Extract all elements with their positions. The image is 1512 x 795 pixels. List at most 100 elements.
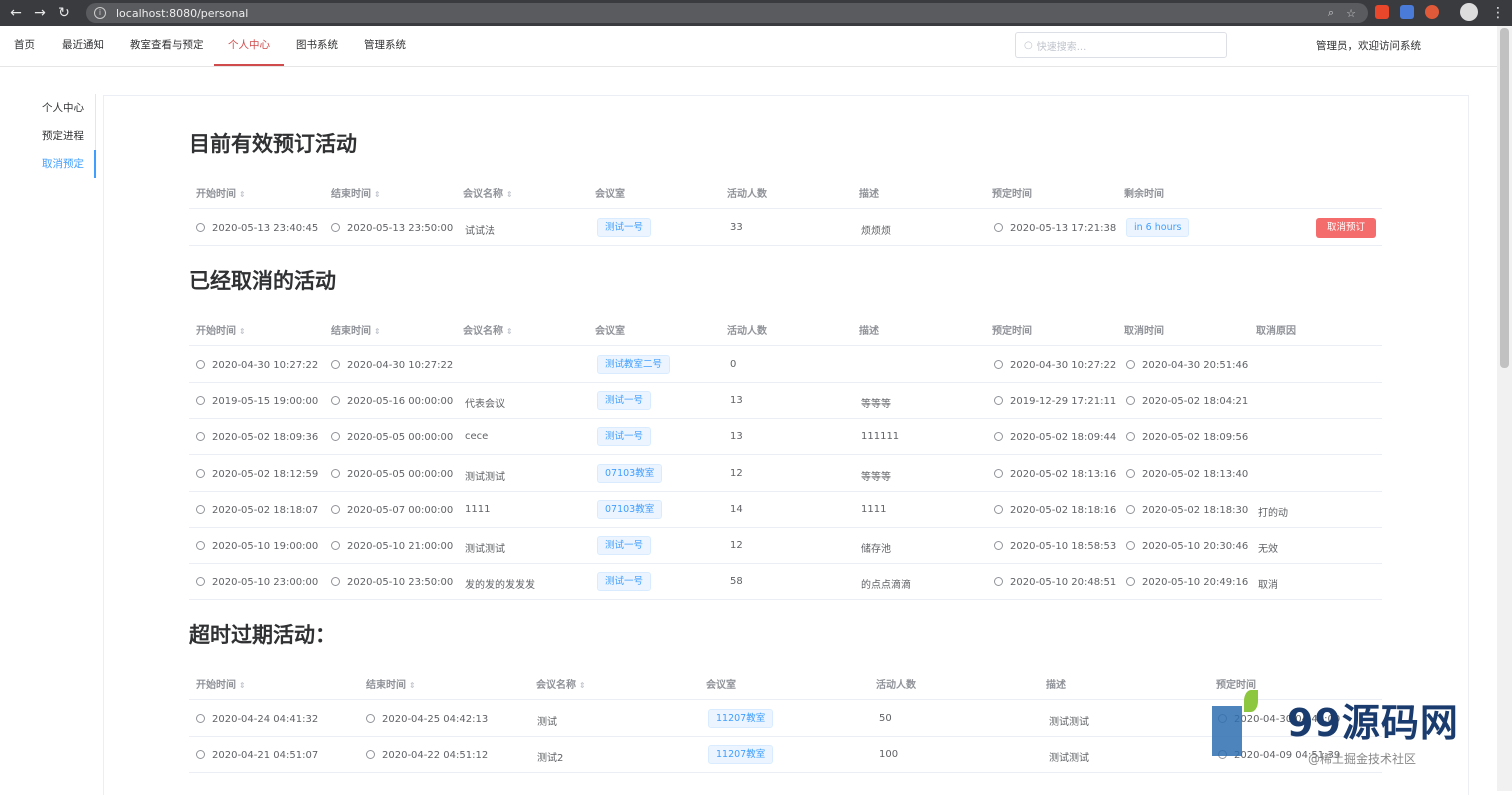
nav-notifications[interactable]: 最近通知: [48, 26, 118, 66]
clock-icon: [994, 577, 1003, 587]
reload-icon[interactable]: ↻: [52, 5, 76, 21]
back-icon[interactable]: ←: [4, 5, 28, 21]
header-people: 活动人数: [727, 326, 767, 337]
header-start[interactable]: 开始时间 ⇕: [196, 676, 246, 691]
room-tag: 11207教室: [708, 745, 774, 764]
table-row: 2020-05-10 19:00:00 2020-05-10 21:00:00 测试…: [189, 528, 1382, 564]
clock-icon: [196, 714, 205, 723]
room-tag: 07103教室: [597, 499, 663, 519]
address-bar[interactable]: i localhost:8080/personal ⌕ ☆: [86, 3, 1368, 23]
clock-icon: [994, 396, 1003, 406]
room-tag: 测试教室二号: [597, 355, 671, 374]
nav-classroom-booking[interactable]: 教室查看与预定: [116, 26, 218, 66]
watermark-logo: [1212, 706, 1242, 756]
page-scrollbar[interactable]: [1497, 26, 1512, 791]
nav-home[interactable]: 首页: [0, 26, 49, 66]
clock-icon: [196, 468, 205, 478]
section-title-expired: 超时过期活动：: [189, 623, 336, 647]
header-room: 会议室: [595, 189, 625, 200]
header-desc: 描述: [1046, 680, 1066, 691]
header-people: 活动人数: [727, 189, 767, 200]
clock-icon: [994, 360, 1003, 369]
header-end[interactable]: 结束时间 ⇕: [331, 322, 381, 337]
nav-library[interactable]: 图书系统: [282, 26, 352, 66]
search-placeholder: 快速搜索...: [1036, 41, 1087, 53]
header-desc: 描述: [859, 326, 879, 337]
avatar-icon[interactable]: [1460, 3, 1478, 21]
search-input[interactable]: ○ 快速搜索...: [1015, 32, 1227, 58]
clock-icon: [994, 541, 1003, 550]
room-tag: 测试一号: [597, 218, 652, 237]
room-tag: 测试一号: [597, 391, 652, 411]
table-row: 2020-05-10 23:00:00 2020-05-10 23:50:00 发的…: [189, 564, 1382, 601]
header-name[interactable]: 会议名称 ⇕: [536, 676, 586, 691]
room-tag: 测试一号: [597, 427, 652, 447]
clock-icon: [1126, 396, 1135, 406]
clock-icon: [366, 750, 375, 759]
clock-icon: [331, 468, 340, 478]
section-title-cancelled: 已经取消的活动: [189, 269, 336, 293]
header-start[interactable]: 开始时间 ⇕: [196, 185, 246, 200]
table-header-cancelled: 开始时间 ⇕ 结束时间 ⇕ 会议名称 ⇕ 会议室 活动人数 描述 预定时间 取消时间 …: [189, 310, 1382, 346]
header-end[interactable]: 结束时间 ⇕: [366, 676, 416, 691]
header-booked: 预定时间: [1216, 680, 1256, 691]
clock-icon: [1126, 432, 1135, 442]
clock-icon: [1126, 577, 1135, 587]
table-row: 2020-05-02 18:18:07 2020-05-07 00:00:00 11…: [189, 492, 1382, 528]
room-tag: 11207教室: [708, 709, 774, 728]
header-start[interactable]: 开始时间 ⇕: [196, 322, 246, 337]
room-tag: 测试一号: [597, 572, 652, 592]
block-extension-icon[interactable]: [1425, 5, 1439, 19]
office-extension-icon[interactable]: [1375, 5, 1389, 19]
table-header-expired: 开始时间 ⇕ 结束时间 ⇕ 会议名称 ⇕ 会议室 活动人数 描述 预定时间: [189, 664, 1382, 700]
header-end[interactable]: 结束时间 ⇕: [331, 185, 381, 200]
remaining-tag: in 6 hours: [1126, 218, 1190, 237]
header-name[interactable]: 会议名称 ⇕: [463, 185, 513, 200]
watermark-sub: @稀土掘金技术社区: [1308, 752, 1417, 766]
cancel-booking-button[interactable]: 取消预订: [1316, 218, 1376, 238]
header-people: 活动人数: [876, 680, 916, 691]
table-row: 2020-04-21 04:51:07 2020-04-22 04:51:12 测试…: [189, 737, 1382, 773]
info-icon[interactable]: i: [94, 7, 106, 19]
room-tag: 测试一号: [597, 536, 652, 555]
clock-icon: [366, 714, 375, 723]
header-room: 会议室: [595, 326, 625, 337]
header-desc: 描述: [859, 189, 879, 200]
sidebar-item-cancel[interactable]: 取消预定: [30, 150, 96, 178]
clock-icon: [196, 504, 205, 514]
sidebar-item-progress[interactable]: 预定进程: [30, 122, 96, 150]
welcome-text: 管理员，欢迎访问系统: [1316, 40, 1421, 52]
clock-icon: [196, 223, 205, 232]
search-icon: ○: [1024, 39, 1033, 51]
table-row: 2020-05-02 18:09:36 2020-05-05 00:00:00 ce…: [189, 419, 1382, 456]
table-header-active: 开始时间 ⇕ 结束时间 ⇕ 会议名称 ⇕ 会议室 活动人数 描述 预定时间 剩余时间: [189, 173, 1382, 209]
clock-icon: [196, 396, 205, 406]
more-menu-icon[interactable]: ⋮: [1486, 5, 1510, 21]
header-name[interactable]: 会议名称 ⇕: [463, 322, 513, 337]
star-icon[interactable]: ☆: [1346, 7, 1356, 20]
room-tag: 07103教室: [597, 463, 663, 483]
zoom-icon[interactable]: ⌕: [1328, 6, 1334, 20]
table-row: 2020-05-13 23:40:45 2020-05-13 23:50:00 …: [189, 210, 1382, 246]
clock-icon: [1126, 504, 1135, 514]
clock-icon: [196, 360, 205, 369]
forward-icon[interactable]: →: [28, 5, 52, 21]
watermark-brand: 99源码网: [1287, 701, 1459, 745]
clock-icon: [994, 223, 1003, 232]
clock-icon: [196, 541, 205, 550]
clock-icon: [196, 577, 205, 587]
translate-extension-icon[interactable]: [1400, 5, 1414, 19]
header-room: 会议室: [706, 680, 736, 691]
header-reason: 取消原因: [1256, 326, 1296, 337]
clock-icon: [1126, 541, 1135, 550]
sidebar-item-personal[interactable]: 个人中心: [30, 94, 96, 122]
nav-personal-center[interactable]: 个人中心: [214, 26, 284, 66]
header-cancelled: 取消时间: [1124, 326, 1164, 337]
clock-icon: [1126, 360, 1135, 369]
section-title-active: 目前有效预订活动: [189, 132, 357, 156]
scrollbar-thumb[interactable]: [1500, 28, 1509, 368]
header-remaining: 剩余时间: [1124, 189, 1164, 200]
nav-admin[interactable]: 管理系统: [350, 26, 420, 66]
table-row: 2020-05-02 18:12:59 2020-05-05 00:00:00 测试…: [189, 456, 1382, 492]
header-booked: 预定时间: [992, 189, 1032, 200]
